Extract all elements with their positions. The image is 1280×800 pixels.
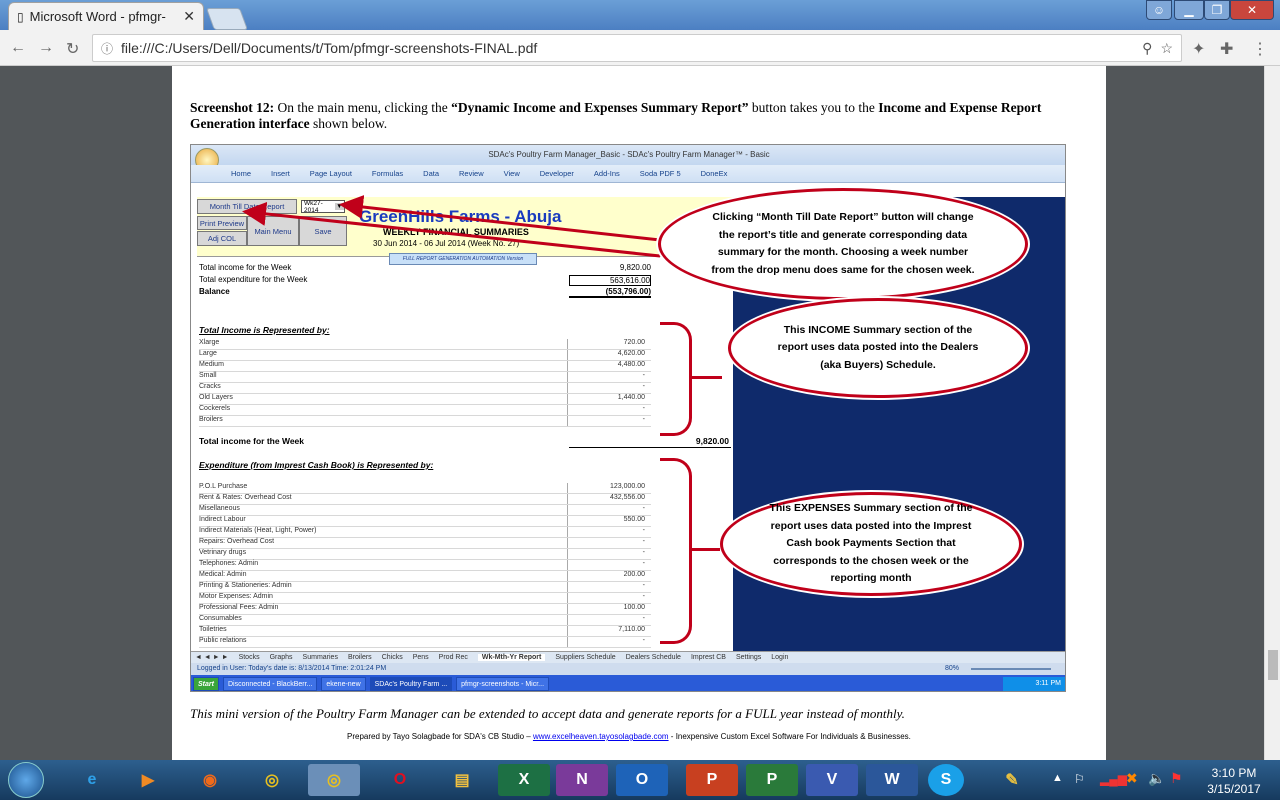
volume-icon[interactable]: 🔈 (1148, 770, 1165, 787)
callout-arrows (242, 195, 661, 258)
tray-app-icon[interactable]: ✖ (1126, 770, 1138, 787)
opera-icon[interactable]: O (374, 764, 426, 796)
expense-brace (660, 458, 692, 644)
callout-expenses: This EXPENSES Summary section of the rep… (720, 492, 1022, 596)
start-orb-icon[interactable] (8, 762, 44, 798)
internet-explorer-icon[interactable]: e (66, 764, 118, 796)
expense-brace-tip (692, 548, 720, 551)
powerpoint-icon[interactable]: P (686, 764, 738, 796)
signal-icon[interactable]: ▂▄▆ (1100, 772, 1127, 786)
network-icon[interactable]: ⚐ (1074, 772, 1085, 786)
visio-icon[interactable]: V (806, 764, 858, 796)
chrome-active-icon[interactable]: ◎ (308, 764, 360, 796)
media-player-icon[interactable]: ▶ (122, 764, 174, 796)
folder-icon[interactable]: ▤ (436, 764, 488, 796)
word-icon[interactable]: W (866, 764, 918, 796)
callout-income: This INCOME Summary section of the repor… (728, 298, 1028, 398)
skype-icon[interactable]: S (928, 764, 964, 796)
excel-icon[interactable]: X (498, 764, 550, 796)
outlook-icon[interactable]: O (616, 764, 668, 796)
onenote-icon[interactable]: N (556, 764, 608, 796)
firefox-icon[interactable]: ◉ (184, 764, 236, 796)
chrome-icon[interactable]: ◎ (246, 764, 298, 796)
project-icon[interactable]: P (746, 764, 798, 796)
income-brace-tip (692, 376, 722, 379)
windows-taskbar: e ▶ ◉ ◎ ◎ O ▤ X N O P P V W S ✎ ▲ ⚐ ▂▄▆ … (0, 760, 1280, 800)
tray-expand-icon[interactable]: ▲ (1052, 772, 1063, 784)
callout-month-report: Clicking “Month Till Date Report” button… (658, 188, 1028, 300)
flag-icon[interactable]: ⚑ (1170, 770, 1183, 787)
arrow-to-week-select (339, 195, 661, 242)
income-brace (660, 322, 692, 436)
paint-icon[interactable]: ✎ (986, 764, 1038, 796)
clock[interactable]: 3:10 PM 3/15/2017 (1196, 765, 1272, 797)
